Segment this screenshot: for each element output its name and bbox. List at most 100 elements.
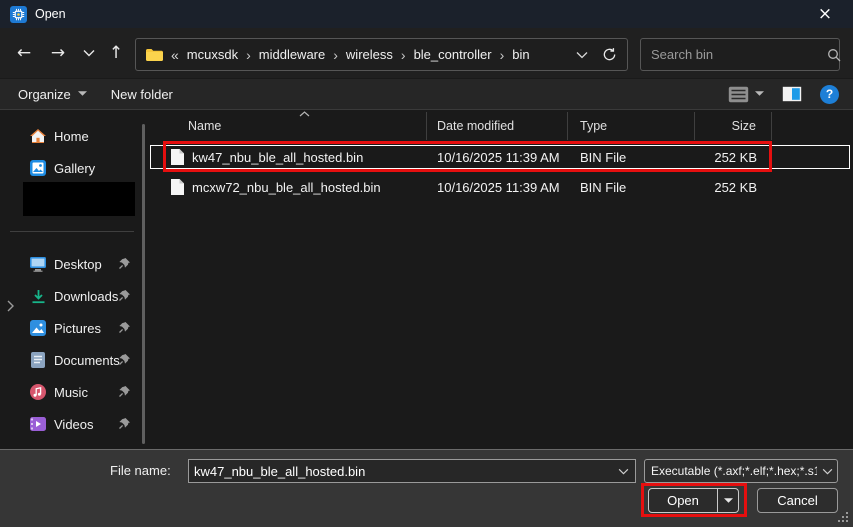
breadcrumb-overflow[interactable]: « bbox=[163, 47, 185, 63]
pin-icon[interactable] bbox=[118, 385, 132, 399]
address-dropdown-chevron-icon[interactable] bbox=[562, 51, 602, 59]
file-name: mcxw72_nbu_ble_all_hosted.bin bbox=[192, 180, 381, 195]
breadcrumb-separator-icon: › bbox=[327, 47, 344, 63]
window-title: Open bbox=[35, 7, 66, 21]
dialog-footer: File name: Executable (*.axf;*.elf;*.hex… bbox=[0, 449, 853, 527]
search-box[interactable] bbox=[640, 38, 840, 71]
title-bar: Open × bbox=[0, 0, 853, 28]
file-name-label: File name: bbox=[110, 463, 171, 478]
file-name-input[interactable] bbox=[189, 464, 611, 479]
desktop-icon bbox=[30, 256, 46, 272]
file-type-value: Executable (*.axf;*.elf;*.hex;*.s1 bbox=[645, 464, 817, 478]
sort-ascending-icon bbox=[299, 111, 310, 117]
preview-pane-icon[interactable] bbox=[782, 86, 802, 102]
breadcrumb-separator-icon: › bbox=[240, 47, 257, 63]
pin-icon[interactable] bbox=[118, 353, 132, 367]
breadcrumb-segment-bin[interactable]: bin bbox=[510, 47, 531, 62]
organize-button[interactable]: Organize bbox=[0, 79, 99, 109]
new-folder-label: New folder bbox=[111, 87, 173, 102]
dialog-body: Home Gallery Desktop bbox=[0, 110, 853, 449]
new-folder-button[interactable]: New folder bbox=[99, 79, 185, 109]
sidebar-item-documents[interactable]: Documents bbox=[8, 346, 136, 374]
downloads-icon bbox=[30, 288, 46, 304]
help-icon[interactable]: ? bbox=[820, 85, 839, 104]
file-name-dropdown-chevron-icon[interactable] bbox=[611, 468, 635, 475]
open-dropdown-button[interactable] bbox=[717, 489, 738, 512]
breadcrumb-segment-middleware[interactable]: middleware bbox=[257, 47, 327, 62]
change-view-button[interactable] bbox=[728, 86, 764, 103]
file-icon bbox=[171, 179, 184, 195]
sidebar-item-label: Downloads bbox=[54, 289, 118, 304]
navigation-pane: Home Gallery Desktop bbox=[0, 110, 147, 449]
sidebar-item-redacted-account[interactable] bbox=[23, 182, 135, 216]
sidebar-item-label: Documents bbox=[54, 353, 120, 368]
chevron-down-icon bbox=[724, 498, 733, 504]
column-label: Date modified bbox=[437, 119, 514, 133]
file-row-mcxw72[interactable]: mcxw72_nbu_ble_all_hosted.bin 10/16/2025… bbox=[147, 172, 853, 202]
command-toolbar: Organize New folder ? bbox=[0, 78, 853, 110]
sidebar-item-videos[interactable]: Videos bbox=[8, 410, 136, 438]
pin-icon[interactable] bbox=[118, 289, 132, 303]
app-chip-icon bbox=[10, 6, 27, 23]
column-label: Type bbox=[580, 119, 607, 133]
column-label: Size bbox=[732, 119, 756, 133]
file-date: 10/16/2025 11:39 AM bbox=[427, 180, 568, 195]
search-input[interactable] bbox=[651, 47, 827, 62]
breadcrumb-separator-icon: › bbox=[395, 47, 412, 63]
navigation-bar: ← → ↑ « mcuxsdk › middleware › wireless … bbox=[0, 28, 853, 78]
breadcrumb-segment-wireless[interactable]: wireless bbox=[344, 47, 395, 62]
breadcrumb[interactable]: « mcuxsdk › middleware › wireless › ble_… bbox=[135, 38, 628, 71]
back-button[interactable]: ← bbox=[10, 39, 38, 67]
sidebar-item-desktop[interactable]: Desktop bbox=[8, 250, 136, 278]
pictures-icon bbox=[30, 320, 46, 336]
file-name-combobox bbox=[188, 459, 636, 483]
chevron-down-icon bbox=[755, 91, 764, 97]
sidebar-item-label: Home bbox=[54, 129, 89, 144]
file-date: 10/16/2025 11:39 AM bbox=[427, 150, 568, 165]
sidebar-item-label: Pictures bbox=[54, 321, 101, 336]
file-type-select[interactable]: Executable (*.axf;*.elf;*.hex;*.s1 bbox=[644, 459, 838, 483]
organize-label: Organize bbox=[18, 87, 71, 102]
sidebar-item-pictures[interactable]: Pictures bbox=[8, 314, 136, 342]
sidebar-item-gallery[interactable]: Gallery bbox=[8, 154, 136, 182]
recent-locations-chevron-icon[interactable] bbox=[75, 39, 103, 67]
sidebar-item-music[interactable]: Music bbox=[8, 378, 136, 406]
videos-icon bbox=[30, 416, 46, 432]
sidebar-scrollbar[interactable] bbox=[142, 124, 145, 444]
sidebar-separator bbox=[10, 231, 134, 232]
column-header-size[interactable]: Size bbox=[695, 112, 772, 140]
column-header-date-modified[interactable]: Date modified bbox=[427, 112, 568, 140]
cancel-button[interactable]: Cancel bbox=[757, 488, 838, 513]
home-icon bbox=[30, 128, 46, 144]
pin-icon[interactable] bbox=[118, 417, 132, 431]
gallery-icon bbox=[30, 160, 46, 176]
sidebar-item-downloads[interactable]: Downloads bbox=[8, 282, 136, 310]
chevron-down-icon bbox=[78, 91, 87, 97]
resize-grip[interactable] bbox=[837, 511, 848, 522]
details-view-icon bbox=[728, 86, 749, 103]
column-header-name[interactable]: Name bbox=[147, 112, 427, 140]
forward-button[interactable]: → bbox=[44, 39, 72, 67]
sidebar-item-label: Gallery bbox=[54, 161, 95, 176]
column-label: Name bbox=[188, 119, 221, 133]
sidebar-item-label: Music bbox=[54, 385, 88, 400]
folder-icon bbox=[146, 48, 163, 62]
breadcrumb-segment-ble-controller[interactable]: ble_controller bbox=[412, 47, 494, 62]
music-icon bbox=[30, 384, 46, 400]
chevron-down-icon bbox=[817, 468, 837, 475]
sidebar-item-home[interactable]: Home bbox=[8, 122, 136, 150]
file-icon bbox=[171, 149, 184, 165]
pin-icon[interactable] bbox=[118, 257, 132, 271]
breadcrumb-segment-mcuxsdk[interactable]: mcuxsdk bbox=[185, 47, 240, 62]
file-row-kw47[interactable]: kw47_nbu_ble_all_hosted.bin 10/16/2025 1… bbox=[147, 142, 853, 172]
open-button[interactable]: Open bbox=[649, 489, 717, 512]
close-icon[interactable]: × bbox=[805, 0, 845, 28]
pin-icon[interactable] bbox=[118, 321, 132, 335]
file-list: Name Date modified Type Size bbox=[147, 110, 853, 449]
sidebar-item-label: Desktop bbox=[54, 257, 102, 272]
open-dialog-window: Open × ← → ↑ « mcuxsdk › middleware › wi… bbox=[0, 0, 853, 527]
column-header-type[interactable]: Type bbox=[568, 112, 695, 140]
refresh-icon[interactable] bbox=[602, 47, 617, 62]
up-button[interactable]: ↑ bbox=[102, 39, 130, 67]
file-type: BIN File bbox=[568, 180, 695, 195]
